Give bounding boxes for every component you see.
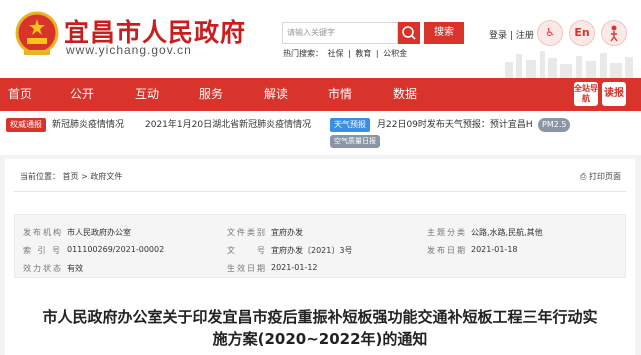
english-button[interactable]: En [569, 20, 595, 46]
pubdate-value: 2021-01-18 [471, 245, 518, 254]
weather-tag: 天气预报 [330, 118, 370, 132]
status-value: 有效 [67, 264, 83, 273]
hot-search-sep: | [348, 49, 351, 58]
title-line: 施方案(2020~2022年)的通知 [212, 330, 428, 348]
hot-search-item[interactable]: 教育 [355, 49, 371, 58]
elderly-care-icon[interactable] [601, 20, 627, 46]
print-label: 打印页面 [588, 172, 621, 181]
login-sep: | [509, 31, 513, 41]
breadcrumb-label: 当前位置： [20, 172, 60, 181]
nav-interpret[interactable]: 解读 [264, 78, 288, 111]
title-line: 市人民政府办公室关于印发宜昌市疫后重振补短板强功能交通补短板工程三年行动实 [42, 308, 598, 326]
divider [14, 191, 626, 192]
search-button[interactable]: 搜索 [424, 22, 464, 44]
nav-city[interactable]: 市情 [328, 78, 352, 111]
nav-data[interactable]: 数据 [393, 78, 417, 111]
publisher-value: 市人民政府办公室 [67, 228, 131, 237]
hot-search-label: 热门搜索： [283, 49, 323, 58]
breadcrumb-arrow: > [81, 172, 88, 181]
print-page-link[interactable]: ⎙ 打印页面 [580, 171, 621, 182]
hot-searches: 热门搜索： 社保 | 教育 | 公积金 [283, 48, 409, 59]
category-value: 宜府办发 [271, 228, 303, 237]
printer-icon: ⎙ [580, 172, 587, 181]
login-links: 登录 | 注册 [489, 28, 534, 41]
login-link[interactable]: 登录 [489, 31, 507, 41]
ticker-item[interactable]: 2021年1月20日湖北省新冠肺炎疫情情况 [145, 118, 311, 132]
site-url: www.yichang.gov.cn [66, 43, 192, 57]
site-guide-badge[interactable]: 全站导航 [574, 82, 598, 106]
register-link[interactable]: 注册 [516, 31, 534, 41]
subject-value: 公路,水路,民航,其他 [471, 228, 543, 237]
authority-tag: 权威通报 [6, 118, 46, 132]
weather-text[interactable]: 月22日09时发布天气预报：预计宜昌H [377, 118, 535, 132]
breadcrumb: 当前位置： 首页 > 政府文件 [20, 171, 122, 182]
subject-label: 主题分类 [427, 228, 467, 237]
effdate-value: 2021-01-12 [271, 263, 318, 272]
docno-value: 宜府办发〔2021〕3号 [271, 246, 353, 255]
air-quality-badge[interactable]: 空气质量日报 [330, 135, 380, 148]
nav-service[interactable]: 服务 [199, 78, 223, 111]
main-nav: 首页 公开 互动 服务 解读 市情 数据 全站导航 读报 [0, 78, 641, 111]
pm25-badge[interactable]: PM2.5 [538, 118, 571, 132]
hot-search-item[interactable]: 社保 [328, 49, 344, 58]
nav-home[interactable]: 首页 [8, 78, 32, 111]
nav-interact[interactable]: 互动 [135, 78, 159, 111]
status-label: 效力状态 [23, 264, 63, 273]
city-skyline-decoration [505, 51, 633, 78]
breadcrumb-section[interactable]: 政府文件 [90, 172, 122, 181]
hot-search-item[interactable]: 公积金 [383, 49, 407, 58]
index-value: 011100269/2021-00002 [67, 245, 165, 254]
news-ticker: 权威通报 新冠肺炎疫情情况 2021年1月20日湖北省新冠肺炎疫情情况 天气预报… [0, 111, 641, 155]
effdate-label: 生效日期 [227, 264, 267, 273]
accessibility-icon[interactable]: ♿ [537, 20, 563, 46]
pubdate-label: 发布日期 [427, 246, 467, 255]
hot-search-sep: | [375, 49, 379, 58]
docno-label: 文 号 [227, 246, 267, 255]
national-emblem-icon [15, 11, 59, 55]
category-label: 文件类别 [227, 228, 267, 237]
publisher-label: 发布机构 [23, 228, 63, 237]
breadcrumb-home[interactable]: 首页 [63, 172, 79, 181]
read-aloud-badge[interactable]: 读报 [602, 82, 626, 106]
index-label: 索 引 号 [23, 246, 63, 255]
search-icon[interactable] [398, 22, 420, 44]
nav-open[interactable]: 公开 [70, 78, 94, 111]
search-input[interactable]: 请输入关键字 [282, 22, 398, 44]
document-title: 市人民政府办公室关于印发宜昌市疫后重振补短板强功能交通补短板工程三年行动实 施方… [14, 306, 626, 350]
ticker-item[interactable]: 新冠肺炎疫情情况 [52, 118, 124, 132]
document-metadata: 发布机构 市人民政府办公室 文件类别 宜府办发 主题分类 公路,水路,民航,其他… [14, 214, 626, 278]
site-header: 宜昌市人民政府 www.yichang.gov.cn 请输入关键字 搜索 热门搜… [0, 0, 641, 78]
